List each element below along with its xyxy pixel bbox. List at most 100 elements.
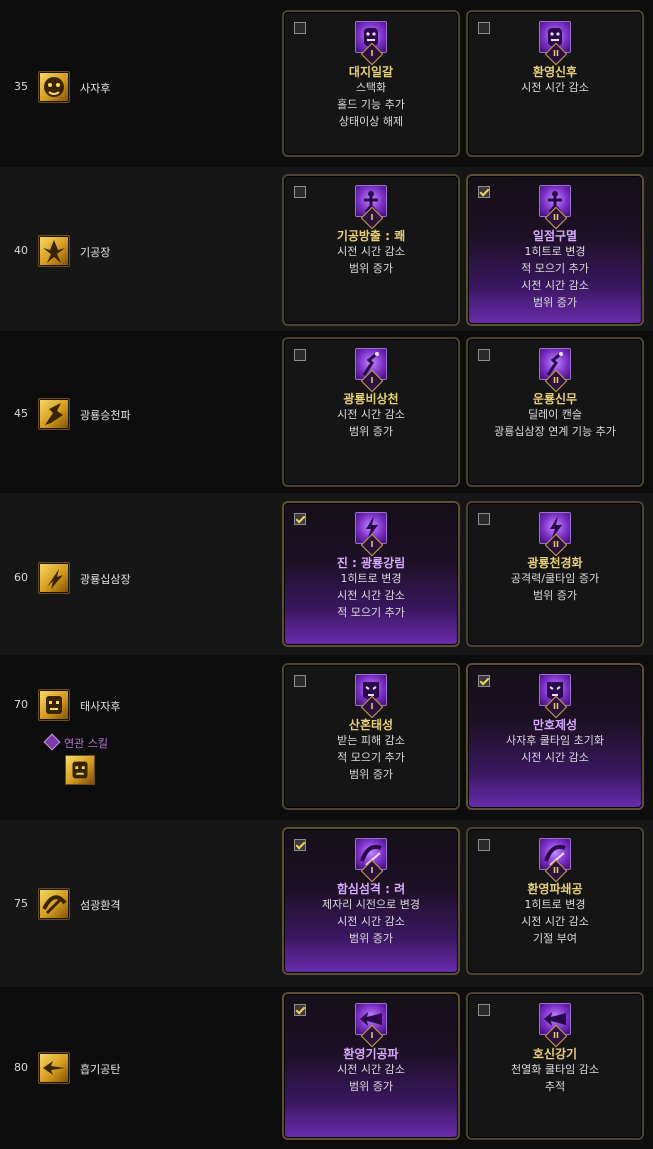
description-line: 범위 증가: [349, 1080, 393, 1093]
tripod-title: 호신강기: [532, 1047, 578, 1061]
tripod-title: 만호제성: [532, 718, 578, 732]
skill-info: 75 섬광환격: [0, 820, 282, 987]
rank-numeral: I: [370, 213, 374, 222]
rank-numeral: II: [553, 376, 559, 385]
rank-numeral: I: [370, 1031, 374, 1040]
description-line: 범위 증가: [349, 425, 393, 438]
tripod-description: 공격력/쿨타임 증가 범위 증가: [468, 570, 642, 604]
tripod-title: 환영기공파: [343, 1047, 399, 1061]
tripod-card[interactable]: I 대지일갈 스택화 홀드 기능 추가 상태이상 해제: [282, 10, 460, 157]
description-line: 시전 시간 감소: [521, 279, 589, 292]
tripod-card[interactable]: II 운룡신무 딜레이 캔슬 광룡십삼장 연계 기능 추가: [466, 337, 644, 487]
skill-level: 45: [14, 407, 28, 420]
description-line: 1히트로 변경: [340, 572, 402, 585]
tripod-card[interactable]: II 호신강기 천열화 쿨타임 감소 추적: [466, 992, 644, 1140]
description-line: 제자리 시전으로 변경: [321, 898, 421, 911]
skill-name: 광룡승천파: [80, 409, 131, 422]
tripod-checkbox[interactable]: [294, 349, 306, 361]
tripod-description: 천열화 쿨타임 감소 추적: [468, 1061, 642, 1095]
grand-lion-roar-icon[interactable]: [38, 689, 70, 721]
skill-info: 80 흡기공탄: [0, 987, 282, 1149]
tripod-description: 스택화 홀드 기능 추가 상태이상 해제: [284, 79, 458, 130]
description-line: 범위 증가: [349, 262, 393, 275]
tripod-checkbox[interactable]: [294, 186, 306, 198]
description-line: 기절 부여: [533, 932, 577, 945]
tripod-checkbox[interactable]: [478, 349, 490, 361]
tripod-checkbox[interactable]: [294, 513, 306, 525]
tripod-card[interactable]: I 기공방출 : 쾌 시전 시간 감소 범위 증가: [282, 174, 460, 326]
related-skill-icon[interactable]: [65, 755, 95, 785]
tripod-card[interactable]: I 광룡비상천 시전 시간 감소 범위 증가: [282, 337, 460, 487]
tripod-checkbox[interactable]: [478, 839, 490, 851]
skill-name: 섬광환격: [80, 899, 121, 912]
tripod-card[interactable]: II 만호제성 사자후 쿨타임 초기화 시전 시간 감소: [466, 663, 644, 810]
description-line: 적 모으기 추가: [337, 606, 405, 619]
tripod-checkbox[interactable]: [478, 186, 490, 198]
tripod-description: 시전 시간 감소범위 증가: [284, 1061, 458, 1095]
energy-palm-icon[interactable]: [38, 235, 70, 267]
tripod-checkbox[interactable]: [294, 839, 306, 851]
energy-blast-icon[interactable]: [38, 1052, 70, 1084]
description-line: 1히트로 변경: [524, 245, 586, 258]
tripod-checkbox[interactable]: [478, 22, 490, 34]
tripod-card[interactable]: I 산혼태성 받는 피해 감소 적 모으기 추가 범위 증가: [282, 663, 460, 810]
skill-info: 70 태사자후 연관 스킬: [0, 655, 282, 820]
tripod-title: 환영신후: [532, 65, 578, 79]
tripod-title: 환영파쇄공: [527, 882, 583, 896]
tripod-card[interactable]: II 환영파쇄공 1히트로 변경 시전 시간 감소 기절 부여: [466, 827, 644, 975]
rank-numeral: II: [553, 866, 559, 875]
description-line: 시전 시간 감소: [521, 81, 589, 94]
skill-level: 75: [14, 897, 28, 910]
tripod-card[interactable]: II 광룡천경화 공격력/쿨타임 증가 범위 증가: [466, 501, 644, 647]
tripod-checkbox[interactable]: [478, 675, 490, 687]
dragon-palms-icon[interactable]: [38, 562, 70, 594]
lion-roar-icon[interactable]: [38, 71, 70, 103]
skill-row: 70 태사자후 연관 스킬 I 산혼태성 받는 피해 감소 적 모으기 추가 범위 증가 II 만…: [0, 655, 653, 820]
skill-name: 태사자후: [80, 700, 121, 713]
tripod-card[interactable]: II 환영신후시전 시간 감소: [466, 10, 644, 157]
tripod-checkbox[interactable]: [294, 675, 306, 687]
rank-numeral: I: [370, 376, 374, 385]
rank-numeral: I: [370, 540, 374, 549]
tripod-card[interactable]: I 함심섬격 : 려 제자리 시전으로 변경 시전 시간 감소 범위 증가: [282, 827, 460, 975]
tripod-checkbox[interactable]: [478, 1004, 490, 1016]
rank-numeral: II: [553, 213, 559, 222]
tripod-card[interactable]: II 일점구멸 1히트로 변경 적 모으기 추가 시전 시간 감소 범위 증가: [466, 174, 644, 326]
tripod-description: 제자리 시전으로 변경 시전 시간 감소 범위 증가: [284, 896, 458, 947]
tripod-title: 진 : 광룡강림: [336, 556, 406, 570]
tripod-description: 시전 시간 감소 범위 증가: [284, 243, 458, 277]
tripod-checkbox[interactable]: [294, 22, 306, 34]
description-line: 범위 증가: [349, 768, 393, 781]
tripod-description: 시전 시간 감소: [468, 79, 642, 96]
tripod-title: 대지일갈: [348, 65, 394, 79]
description-line: 범위 증가: [533, 296, 577, 309]
skill-info: 40 기공장: [0, 167, 282, 331]
rank-numeral: II: [553, 49, 559, 58]
description-line: 홀드 기능 추가: [337, 98, 405, 111]
description-line: 시전 시간 감소: [337, 915, 405, 928]
tripod-card[interactable]: I진 : 광룡강림 1히트로 변경 시전 시간 감소 적 모으기 추가: [282, 501, 460, 647]
tripod-checkbox[interactable]: [478, 513, 490, 525]
rising-dragon-icon[interactable]: [38, 398, 70, 430]
skill-name: 광룡십삼장: [80, 573, 131, 586]
description-line: 범위 증가: [533, 589, 577, 602]
tripod-card[interactable]: I 환영기공파시전 시간 감소범위 증가: [282, 992, 460, 1140]
tripod-description: 1히트로 변경 시전 시간 감소 기절 부여: [468, 896, 642, 947]
description-line: 시전 시간 감소: [337, 1063, 405, 1076]
tripod-description: 1히트로 변경시전 시간 감소적 모으기 추가: [284, 570, 458, 621]
description-line: 천열화 쿨타임 감소: [511, 1063, 599, 1076]
tripod-description: 사자후 쿨타임 초기화 시전 시간 감소: [468, 732, 642, 766]
skill-row: 75 섬광환격 I 함심섬격 : 려 제자리 시전으로 변경 시전 시간 감소 범위 증가 I…: [0, 820, 653, 987]
flash-strike-icon[interactable]: [38, 888, 70, 920]
description-line: 적 모으기 추가: [337, 751, 405, 764]
skill-info: 60 광룡십삼장: [0, 493, 282, 655]
tripod-checkbox[interactable]: [294, 1004, 306, 1016]
description-line: 광룡십삼장 연계 기능 추가: [494, 425, 616, 438]
description-line: 시전 시간 감소: [337, 589, 405, 602]
tripod-title: 기공방출 : 쾌: [336, 229, 406, 243]
skill-name: 흡기공탄: [80, 1063, 121, 1076]
skill-level: 35: [14, 80, 28, 93]
skill-name: 기공장: [80, 246, 111, 259]
rank-numeral: II: [553, 702, 559, 711]
description-line: 1히트로 변경: [524, 898, 586, 911]
